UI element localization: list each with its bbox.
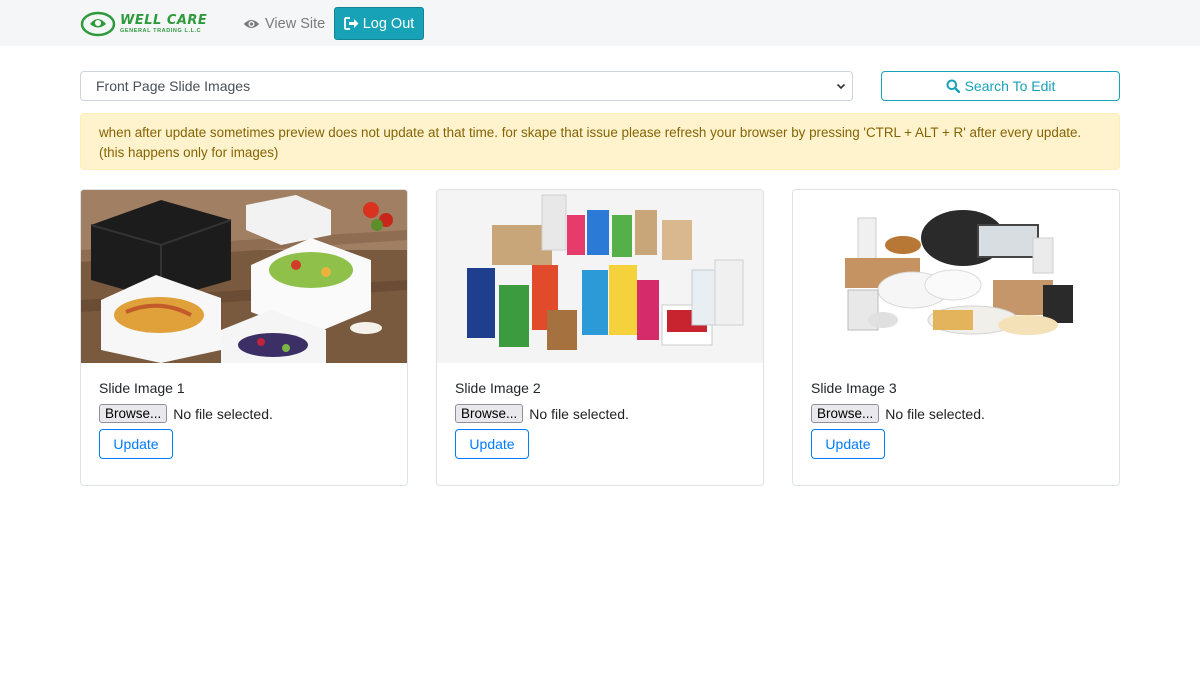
- sign-out-icon: [343, 17, 359, 30]
- slide-card-title: Slide Image 1: [99, 380, 185, 396]
- file-status: No file selected.: [173, 405, 273, 422]
- slide-image-2-preview: [437, 190, 763, 363]
- search-icon: [946, 79, 960, 93]
- file-input[interactable]: Browse... No file selected.: [455, 404, 629, 423]
- slide-card-title: Slide Image 2: [455, 380, 541, 396]
- refresh-warning-alert: when after update sometimes preview does…: [80, 113, 1120, 170]
- search-button-label: Search To Edit: [964, 78, 1056, 94]
- logo-icon: [80, 11, 116, 37]
- slide-card-1: Slide Image 1 Browse... No file selected…: [80, 189, 408, 486]
- update-button[interactable]: Update: [455, 429, 529, 459]
- slide-image-1-preview: [81, 190, 407, 363]
- slide-card-3: Slide Image 3 Browse... No file selected…: [792, 189, 1120, 486]
- top-navbar: WELL CARE GENERAL TRADING L.L.C View Sit…: [0, 0, 1200, 46]
- browse-button[interactable]: Browse...: [455, 404, 524, 423]
- browse-button[interactable]: Browse...: [811, 404, 880, 423]
- view-site-label: View Site: [265, 16, 326, 32]
- file-input[interactable]: Browse... No file selected.: [811, 404, 985, 423]
- chevron-down-icon: [836, 83, 846, 90]
- select-value: Front Page Slide Images: [96, 78, 251, 94]
- search-to-edit-button[interactable]: Search To Edit: [881, 71, 1120, 101]
- logout-label: Log Out: [362, 15, 415, 32]
- alert-text: when after update sometimes preview does…: [99, 125, 1082, 160]
- file-input[interactable]: Browse... No file selected.: [99, 404, 273, 423]
- view-site-link[interactable]: View Site: [243, 14, 325, 34]
- brand-logo[interactable]: WELL CARE GENERAL TRADING L.L.C: [80, 10, 222, 38]
- browse-button[interactable]: Browse...: [99, 404, 168, 423]
- brand-name: WELL CARE: [120, 12, 208, 28]
- slide-image-3-preview: [793, 190, 1119, 363]
- slide-card-title: Slide Image 3: [811, 380, 897, 396]
- file-status: No file selected.: [529, 405, 629, 422]
- update-button[interactable]: Update: [811, 429, 885, 459]
- slide-card-2: Slide Image 2 Browse... No file selected…: [436, 189, 764, 486]
- update-button[interactable]: Update: [99, 429, 173, 459]
- brand-subtitle: GENERAL TRADING L.L.C: [120, 27, 202, 34]
- page-section-select[interactable]: Front Page Slide Images: [80, 71, 853, 101]
- logout-button[interactable]: Log Out: [334, 7, 424, 40]
- eye-icon: [243, 20, 260, 28]
- file-status: No file selected.: [885, 405, 985, 422]
